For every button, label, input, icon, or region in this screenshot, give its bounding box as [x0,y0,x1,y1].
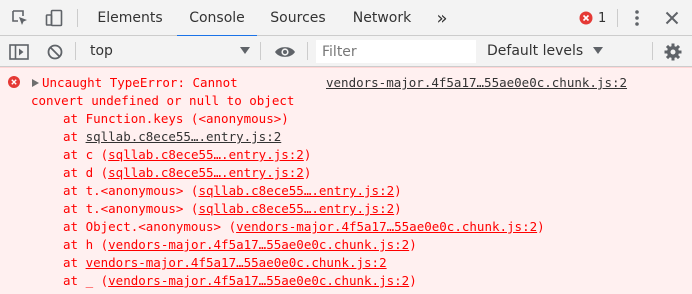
divider [307,42,308,60]
stack-frame-link[interactable]: vendors-major.4f5a17…55ae0e0c.chunk.js:2 [108,273,409,288]
show-sidebar-icon[interactable] [6,36,32,67]
stack-frame-link[interactable]: sqllab.c8ece55….entry.js:2 [198,183,394,198]
error-message-line1: Uncaught TypeError: Cannot [42,75,238,90]
clear-console-icon[interactable] [42,36,68,67]
stack-frame-link[interactable]: sqllab.c8ece55….entry.js:2 [198,201,394,216]
stack-frame: at _ (vendors-major.4f5a17…55ae0e0c.chun… [63,273,417,288]
stack-frame-link[interactable]: sqllab.c8ece55….entry.js:2 [108,147,304,162]
tab-network[interactable]: Network [340,0,424,36]
log-levels-label: Default levels [487,43,584,59]
context-selector-value: top [90,43,113,59]
stack-frame: at t.<anonymous> (sqllab.c8ece55….entry.… [63,201,402,216]
inspect-element-icon[interactable] [6,0,34,36]
stack-frame: at d (sqllab.c8ece55….entry.js:2) [63,165,312,180]
chevron-down-icon [240,47,250,54]
error-count: 1 [598,10,607,26]
chevron-down-icon [593,47,604,54]
stack-frame: at Object.<anonymous> (vendors-major.4f5… [63,219,545,234]
stack-frame: at t.<anonymous> (sqllab.c8ece55….entry.… [63,183,402,198]
filter-input[interactable] [316,40,476,63]
device-toolbar-icon[interactable] [40,0,68,36]
devtools-tab-bar: Elements Console Sources Network » 1 [0,0,692,37]
error-badge-icon [579,11,593,25]
context-selector[interactable]: top [82,39,254,63]
divider [652,42,653,60]
stack-frame-link[interactable]: sqllab.c8ece55….entry.js:2 [108,165,304,180]
console-toolbar: top Default levels [0,36,692,67]
stack-frame-link[interactable]: vendors-major.4f5a17…55ae0e0c.chunk.js:2 [236,219,537,234]
error-icon [8,76,20,88]
error-counter[interactable]: 1 [579,0,606,36]
divider [617,9,618,27]
error-message-line2: convert undefined or null to object [31,93,295,108]
divider [75,42,76,60]
stack-frame: at c (sqllab.c8ece55….entry.js:2) [63,147,312,162]
close-icon[interactable] [658,0,686,36]
divider [77,9,78,27]
stack-frame: at h (vendors-major.4f5a17…55ae0e0c.chun… [63,237,417,252]
stack-frame-link[interactable]: vendors-major.4f5a17…55ae0e0c.chunk.js:2 [108,237,409,252]
error-source-link[interactable]: vendors-major.4f5a17…55ae0e0c.chunk.js:2 [326,74,627,92]
expand-triangle-icon[interactable] [32,79,39,87]
stack-frame: at vendors-major.4f5a17…55ae0e0c.chunk.j… [63,255,387,270]
console-message-error: Uncaught TypeError: Cannot vendors-major… [0,67,692,294]
more-tabs-button[interactable]: » [428,0,456,36]
stack-frame: at Function.keys (<anonymous>) [63,111,289,126]
divider [260,42,261,60]
tab-console[interactable]: Console [177,0,257,37]
stack-frame: at sqllab.c8ece55….entry.js:2 [63,129,282,144]
gear-icon[interactable] [660,36,686,67]
stack-frame-link[interactable]: vendors-major.4f5a17…55ae0e0c.chunk.js:2 [86,255,387,270]
eye-icon[interactable] [270,36,300,67]
tab-elements[interactable]: Elements [84,0,176,36]
more-options-icon[interactable] [624,0,650,36]
log-levels-dropdown[interactable]: Default levels [487,39,604,63]
tab-sources[interactable]: Sources [258,0,338,36]
stack-frame-link[interactable]: sqllab.c8ece55….entry.js:2 [86,129,282,144]
